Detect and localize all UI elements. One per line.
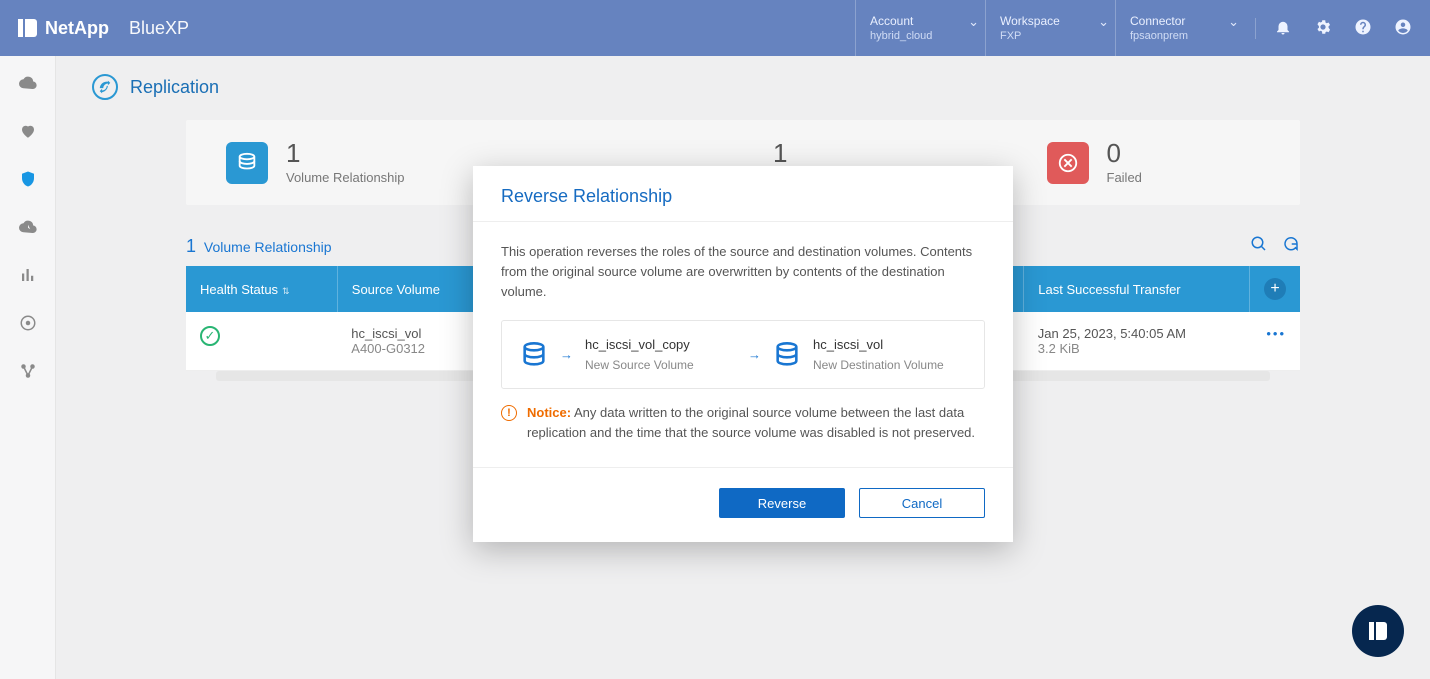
brand-company: NetApp xyxy=(45,18,109,39)
connector-label: Connector xyxy=(1130,14,1231,28)
netapp-fab-button[interactable] xyxy=(1352,605,1404,657)
refresh-icon[interactable] xyxy=(1282,235,1300,258)
connector-selector[interactable]: Connector fpsaonprem ⌄ xyxy=(1115,0,1245,56)
new-destination-name: hc_iscsi_vol xyxy=(813,335,944,355)
chevron-down-icon: ⌄ xyxy=(1228,14,1239,30)
nav-extensions-icon[interactable] xyxy=(19,362,37,380)
sort-icon: ⇅ xyxy=(282,286,290,296)
account-selector[interactable]: Account hybrid_cloud ⌄ xyxy=(855,0,985,56)
col-last[interactable]: Last Successful Transfer xyxy=(1024,266,1250,312)
arrow-right-icon: → xyxy=(560,345,573,365)
relationship-diagram: → hc_iscsi_vol_copy New Source Volume → … xyxy=(501,320,985,389)
new-destination-role: New Destination Volume xyxy=(813,356,944,375)
reverse-button[interactable]: Reverse xyxy=(719,488,845,518)
add-relationship-button[interactable]: + xyxy=(1264,278,1286,300)
last-transfer-time: Jan 25, 2023, 5:40:05 AM xyxy=(1038,326,1236,341)
account-value: hybrid_cloud xyxy=(870,30,971,42)
source-system: A400-G0312 xyxy=(351,341,473,356)
source-volume: hc_iscsi_vol xyxy=(351,326,473,341)
arrow-right-icon: → xyxy=(748,345,761,365)
col-source[interactable]: Source Volume xyxy=(337,266,487,312)
page-title: Replication xyxy=(130,77,219,98)
nav-governance-icon[interactable] xyxy=(19,314,37,332)
card-volume-relationship: 1 Volume Relationship xyxy=(196,140,470,185)
nav-reports-icon[interactable] xyxy=(19,266,37,284)
volume-icon xyxy=(520,341,548,369)
last-transfer-size: 3.2 KiB xyxy=(1038,341,1236,356)
card-cap: Volume Relationship xyxy=(286,170,405,185)
new-source-name: hc_iscsi_vol_copy xyxy=(585,335,694,355)
col-health[interactable]: Health Status⇅ xyxy=(186,266,337,312)
workspace-value: FXP xyxy=(1000,30,1101,42)
card-num: 1 xyxy=(773,140,817,166)
workspace-selector[interactable]: Workspace FXP ⌄ xyxy=(985,0,1115,56)
failed-icon xyxy=(1047,142,1089,184)
page-header: Replication xyxy=(56,56,1430,110)
card-num: 0 xyxy=(1107,140,1142,166)
notice-text: Any data written to the original source … xyxy=(527,405,975,440)
account-label: Account xyxy=(870,14,971,28)
volumes-icon xyxy=(226,142,268,184)
chevron-down-icon: ⌄ xyxy=(1098,14,1109,30)
reverse-relationship-dialog: Reverse Relationship This operation reve… xyxy=(473,166,1013,542)
new-source-side: → hc_iscsi_vol_copy New Source Volume xyxy=(520,335,738,374)
card-num: 1 xyxy=(286,140,405,166)
volume-icon xyxy=(773,341,801,369)
health-ok-icon: ✓ xyxy=(200,326,220,346)
connector-value: fpsaonprem xyxy=(1130,30,1231,42)
notice-label: Notice: xyxy=(527,405,571,420)
notifications-icon[interactable] xyxy=(1274,18,1292,39)
nav-canvas-icon[interactable] xyxy=(19,74,37,92)
settings-icon[interactable] xyxy=(1314,18,1332,39)
brand-logo[interactable]: NetApp xyxy=(18,18,109,39)
card-cap: Failed xyxy=(1107,170,1142,185)
table-caption-text: Volume Relationship xyxy=(204,239,332,255)
warning-icon: ! xyxy=(501,405,517,421)
netapp-logo-icon xyxy=(1369,622,1387,640)
user-icon[interactable] xyxy=(1394,18,1412,39)
replication-icon xyxy=(92,74,118,100)
workspace-label: Workspace xyxy=(1000,14,1101,28)
dialog-notice: ! Notice: Any data written to the origin… xyxy=(501,403,985,443)
nav-sync-icon[interactable] xyxy=(19,218,37,236)
new-source-role: New Source Volume xyxy=(585,356,694,375)
card-failed: 0 Failed xyxy=(1017,140,1291,185)
top-actions xyxy=(1255,18,1412,39)
dialog-title: Reverse Relationship xyxy=(473,166,1013,222)
table-caption: 1 Volume Relationship xyxy=(186,236,332,257)
cancel-button[interactable]: Cancel xyxy=(859,488,985,518)
chevron-down-icon: ⌄ xyxy=(968,14,979,30)
help-icon[interactable] xyxy=(1354,18,1372,39)
new-destination-side: → hc_iscsi_vol New Destination Volume xyxy=(748,335,966,374)
brand-product: BlueXP xyxy=(129,18,189,39)
nav-health-icon[interactable] xyxy=(19,122,37,140)
side-nav xyxy=(0,56,56,679)
row-actions-menu[interactable]: ••• xyxy=(1266,326,1286,341)
nav-protection-icon[interactable] xyxy=(19,170,37,188)
dialog-description: This operation reverses the roles of the… xyxy=(501,242,985,302)
netapp-logo-icon xyxy=(18,19,37,37)
top-bar: NetApp BlueXP Account hybrid_cloud ⌄ Wor… xyxy=(0,0,1430,56)
table-count: 1 xyxy=(186,236,196,256)
search-icon[interactable] xyxy=(1250,235,1268,258)
